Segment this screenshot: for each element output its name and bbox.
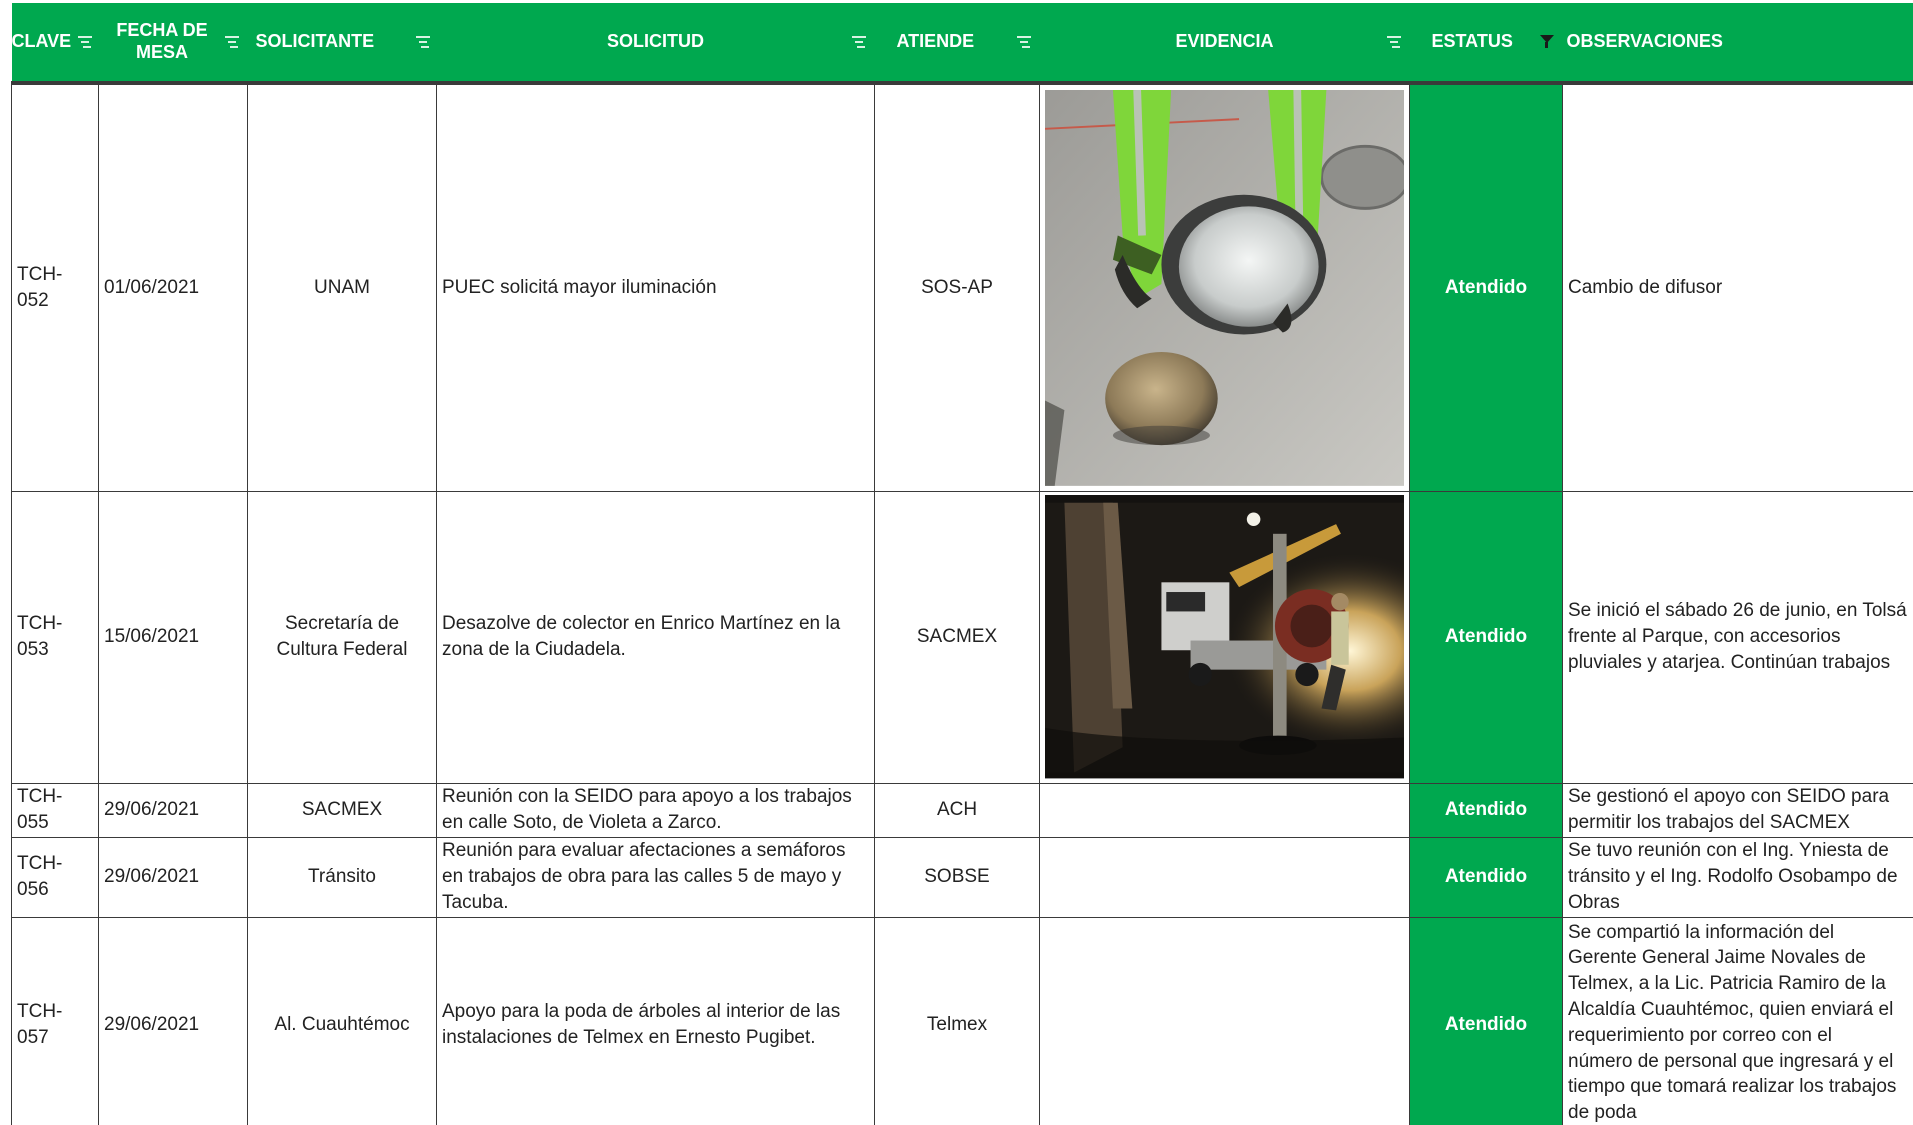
cell-solicitante[interactable]: SACMEX <box>247 782 437 838</box>
cell-solicitud[interactable]: Reunión con la SEIDO para apoyo a los tr… <box>436 782 875 838</box>
filter-icon[interactable] <box>1016 35 1032 49</box>
col-header-clave[interactable]: CLAVE <box>11 3 99 85</box>
header-row: CLAVE FECHA DE MESA SOLICITANTE SOLICITU… <box>11 3 1913 85</box>
cell-solicitud[interactable]: Reunión para evaluar afectaciones a semá… <box>436 836 875 918</box>
col-header-fecha[interactable]: FECHA DE MESA <box>98 3 248 85</box>
cell-clave[interactable]: TCH-057 <box>11 916 99 1125</box>
cell-solicitante[interactable]: Secretaría de Cultura Federal <box>247 490 437 784</box>
cell-observaciones[interactable]: Se tuvo reunión con el Ing. Yniesta de t… <box>1562 836 1913 918</box>
table-row[interactable]: TCH-055 29/06/2021 SACMEX Reunión con la… <box>11 782 1913 838</box>
status-badge[interactable]: Atendido <box>1409 490 1563 784</box>
filter-icon[interactable] <box>415 35 431 49</box>
cell-evidencia[interactable] <box>1039 916 1410 1125</box>
filter-icon[interactable] <box>851 35 867 49</box>
cell-solicitud[interactable]: PUEC solicitá mayor iluminación <box>436 82 875 492</box>
col-header-atiende[interactable]: ATIENDE <box>874 3 1040 85</box>
cell-solicitud[interactable]: Apoyo para la poda de árboles al interio… <box>436 916 875 1125</box>
status-badge[interactable]: Atendido <box>1409 916 1563 1125</box>
status-badge[interactable]: Atendido <box>1409 836 1563 918</box>
status-badge[interactable]: Atendido <box>1409 82 1563 492</box>
evidence-photo-street-lamp[interactable] <box>1045 89 1404 486</box>
cell-atiende[interactable]: SOS-AP <box>874 82 1040 492</box>
cell-evidencia[interactable] <box>1039 782 1410 838</box>
status-badge[interactable]: Atendido <box>1409 782 1563 838</box>
col-header-evidencia[interactable]: EVIDENCIA <box>1039 3 1410 85</box>
cell-observaciones[interactable]: Se compartió la información del Gerente … <box>1562 916 1913 1125</box>
requests-table: CLAVE FECHA DE MESA SOLICITANTE SOLICITU… <box>11 3 1913 1125</box>
cell-clave[interactable]: TCH-056 <box>11 836 99 918</box>
cell-atiende[interactable]: SACMEX <box>874 490 1040 784</box>
cell-atiende[interactable]: SOBSE <box>874 836 1040 918</box>
cell-fecha[interactable]: 29/06/2021 <box>98 916 248 1125</box>
filter-icon[interactable] <box>77 35 93 49</box>
col-header-estatus[interactable]: ESTATUS <box>1409 3 1563 85</box>
cell-solicitante[interactable]: UNAM <box>247 82 437 492</box>
cell-evidencia[interactable] <box>1039 490 1410 784</box>
filter-active-icon[interactable] <box>1539 35 1555 49</box>
spreadsheet-view: CLAVE FECHA DE MESA SOLICITANTE SOLICITU… <box>0 0 1913 1125</box>
cell-solicitante[interactable]: Al. Cuauhtémoc <box>247 916 437 1125</box>
cell-fecha[interactable]: 15/06/2021 <box>98 490 248 784</box>
cell-evidencia[interactable] <box>1039 836 1410 918</box>
col-header-solicitud[interactable]: SOLICITUD <box>436 3 875 85</box>
table-row[interactable]: TCH-056 29/06/2021 Tránsito Reunión para… <box>11 836 1913 918</box>
filter-icon[interactable] <box>1386 35 1402 49</box>
evidence-photo-night-truck[interactable] <box>1045 495 1404 779</box>
cell-evidencia[interactable] <box>1039 82 1410 492</box>
cell-clave[interactable]: TCH-055 <box>11 782 99 838</box>
cell-solicitante[interactable]: Tránsito <box>247 836 437 918</box>
col-header-solicitante[interactable]: SOLICITANTE <box>247 3 437 85</box>
table-row[interactable]: TCH-057 29/06/2021 Al. Cuauhtémoc Apoyo … <box>11 916 1913 1125</box>
table-row[interactable]: TCH-053 15/06/2021 Secretaría de Cultura… <box>11 490 1913 784</box>
cell-fecha[interactable]: 29/06/2021 <box>98 782 248 838</box>
cell-atiende[interactable]: ACH <box>874 782 1040 838</box>
cell-fecha[interactable]: 29/06/2021 <box>98 836 248 918</box>
table-row[interactable]: TCH-052 01/06/2021 UNAM PUEC solicitá ma… <box>11 82 1913 492</box>
cell-observaciones[interactable]: Se inició el sábado 26 de junio, en Tols… <box>1562 490 1913 784</box>
cell-fecha[interactable]: 01/06/2021 <box>98 82 248 492</box>
col-header-observaciones[interactable]: OBSERVACIONES <box>1562 3 1913 85</box>
cell-atiende[interactable]: Telmex <box>874 916 1040 1125</box>
cell-clave[interactable]: TCH-053 <box>11 490 99 784</box>
cell-observaciones[interactable]: Cambio de difusor <box>1562 82 1913 492</box>
filter-icon[interactable] <box>224 35 240 49</box>
cell-observaciones[interactable]: Se gestionó el apoyo con SEIDO para perm… <box>1562 782 1913 838</box>
cell-clave[interactable]: TCH-052 <box>11 82 99 492</box>
cell-solicitud[interactable]: Desazolve de colector en Enrico Martínez… <box>436 490 875 784</box>
